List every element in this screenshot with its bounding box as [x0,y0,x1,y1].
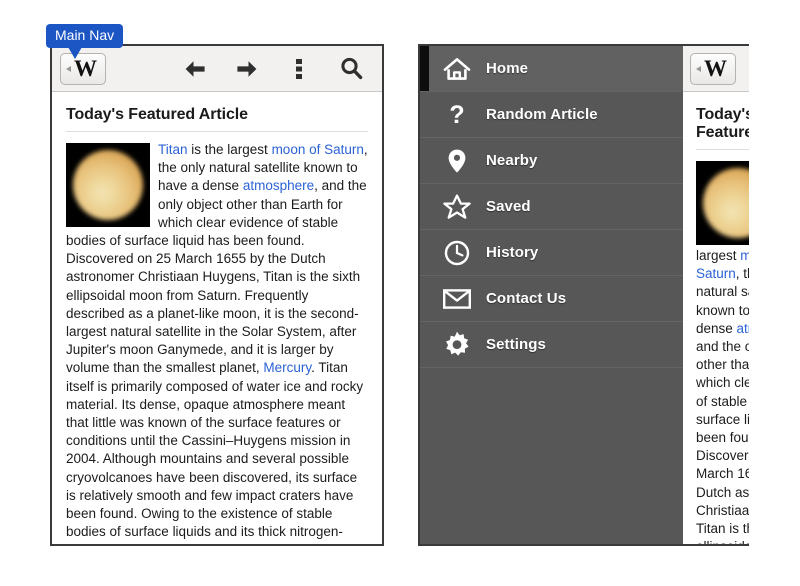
link-moon-of-saturn[interactable]: moon of Saturn [272,142,364,157]
article-text-4: . Titan itself is primarily composed of … [66,360,364,544]
star-icon [442,192,472,222]
main-nav-callout-pointer [68,47,82,59]
nav-item-settings-label: Settings [486,336,546,353]
wikipedia-w-logo-button[interactable]: W [60,52,106,85]
screenshot-root: Main Nav W Today's Featured Article Tita… [0,0,800,586]
wikipedia-w-logo: W [74,56,97,81]
page-title: Today's Featured Article [66,106,248,123]
nav-item-history[interactable]: History [420,230,683,276]
viewport-clip-mask [749,44,800,546]
wikipedia-w-logo-peek: W [704,56,727,81]
titan-thumbnail[interactable] [66,143,150,227]
main-nav-drawer: Home ? Random Article Nearby Saved Histo… [418,44,683,546]
link-titan[interactable]: Titan [158,142,188,157]
overflow-menu-icon[interactable] [286,56,312,82]
search-icon[interactable] [338,56,364,82]
article-text-1: is the largest [187,142,272,157]
main-nav-callout: Main Nav [46,24,124,48]
nav-item-settings[interactable]: Settings [420,322,683,368]
link-atmosphere[interactable]: atmosphere [243,178,314,193]
drawer-screen-right: W Today's Featured Article Titan is the … [418,44,800,546]
nav-item-nearby[interactable]: Nearby [420,138,683,184]
link-mercury[interactable]: Mercury [263,360,311,375]
nav-item-saved[interactable]: Saved [420,184,683,230]
svg-text:?: ? [449,101,464,129]
nav-item-random-article[interactable]: ? Random Article [420,92,683,138]
main-nav-callout-label: Main Nav [55,27,115,43]
titan-planet-image [73,150,143,220]
app-toolbar-left: W [52,46,382,92]
nav-item-random-article-label: Random Article [486,106,598,123]
toolbar-actions [182,56,364,82]
back-arrow-icon[interactable] [182,56,208,82]
nav-item-history-label: History [486,244,539,261]
title-divider [66,131,368,132]
clock-icon [442,238,472,268]
map-pin-icon [442,146,472,176]
forward-arrow-icon[interactable] [234,56,260,82]
article-content-left: Today's Featured Article Titan is the la… [52,92,382,544]
gear-icon [442,330,472,360]
drawer-caret-icon [66,65,71,72]
wikipedia-w-logo-button-peek[interactable]: W [690,52,736,85]
envelope-icon [442,284,472,314]
drawer-caret-icon-peek [696,65,701,72]
home-icon [442,54,472,84]
nav-item-contact-us-label: Contact Us [486,290,567,307]
nav-item-home[interactable]: Home [420,46,683,92]
nav-item-saved-label: Saved [486,198,531,215]
nav-item-nearby-label: Nearby [486,152,538,169]
nav-item-home-label: Home [486,60,529,77]
nav-item-contact-us[interactable]: Contact Us [420,276,683,322]
question-mark-icon: ? [442,100,472,130]
article-screen-left: W Today's Featured Article Titan is the … [50,44,384,546]
